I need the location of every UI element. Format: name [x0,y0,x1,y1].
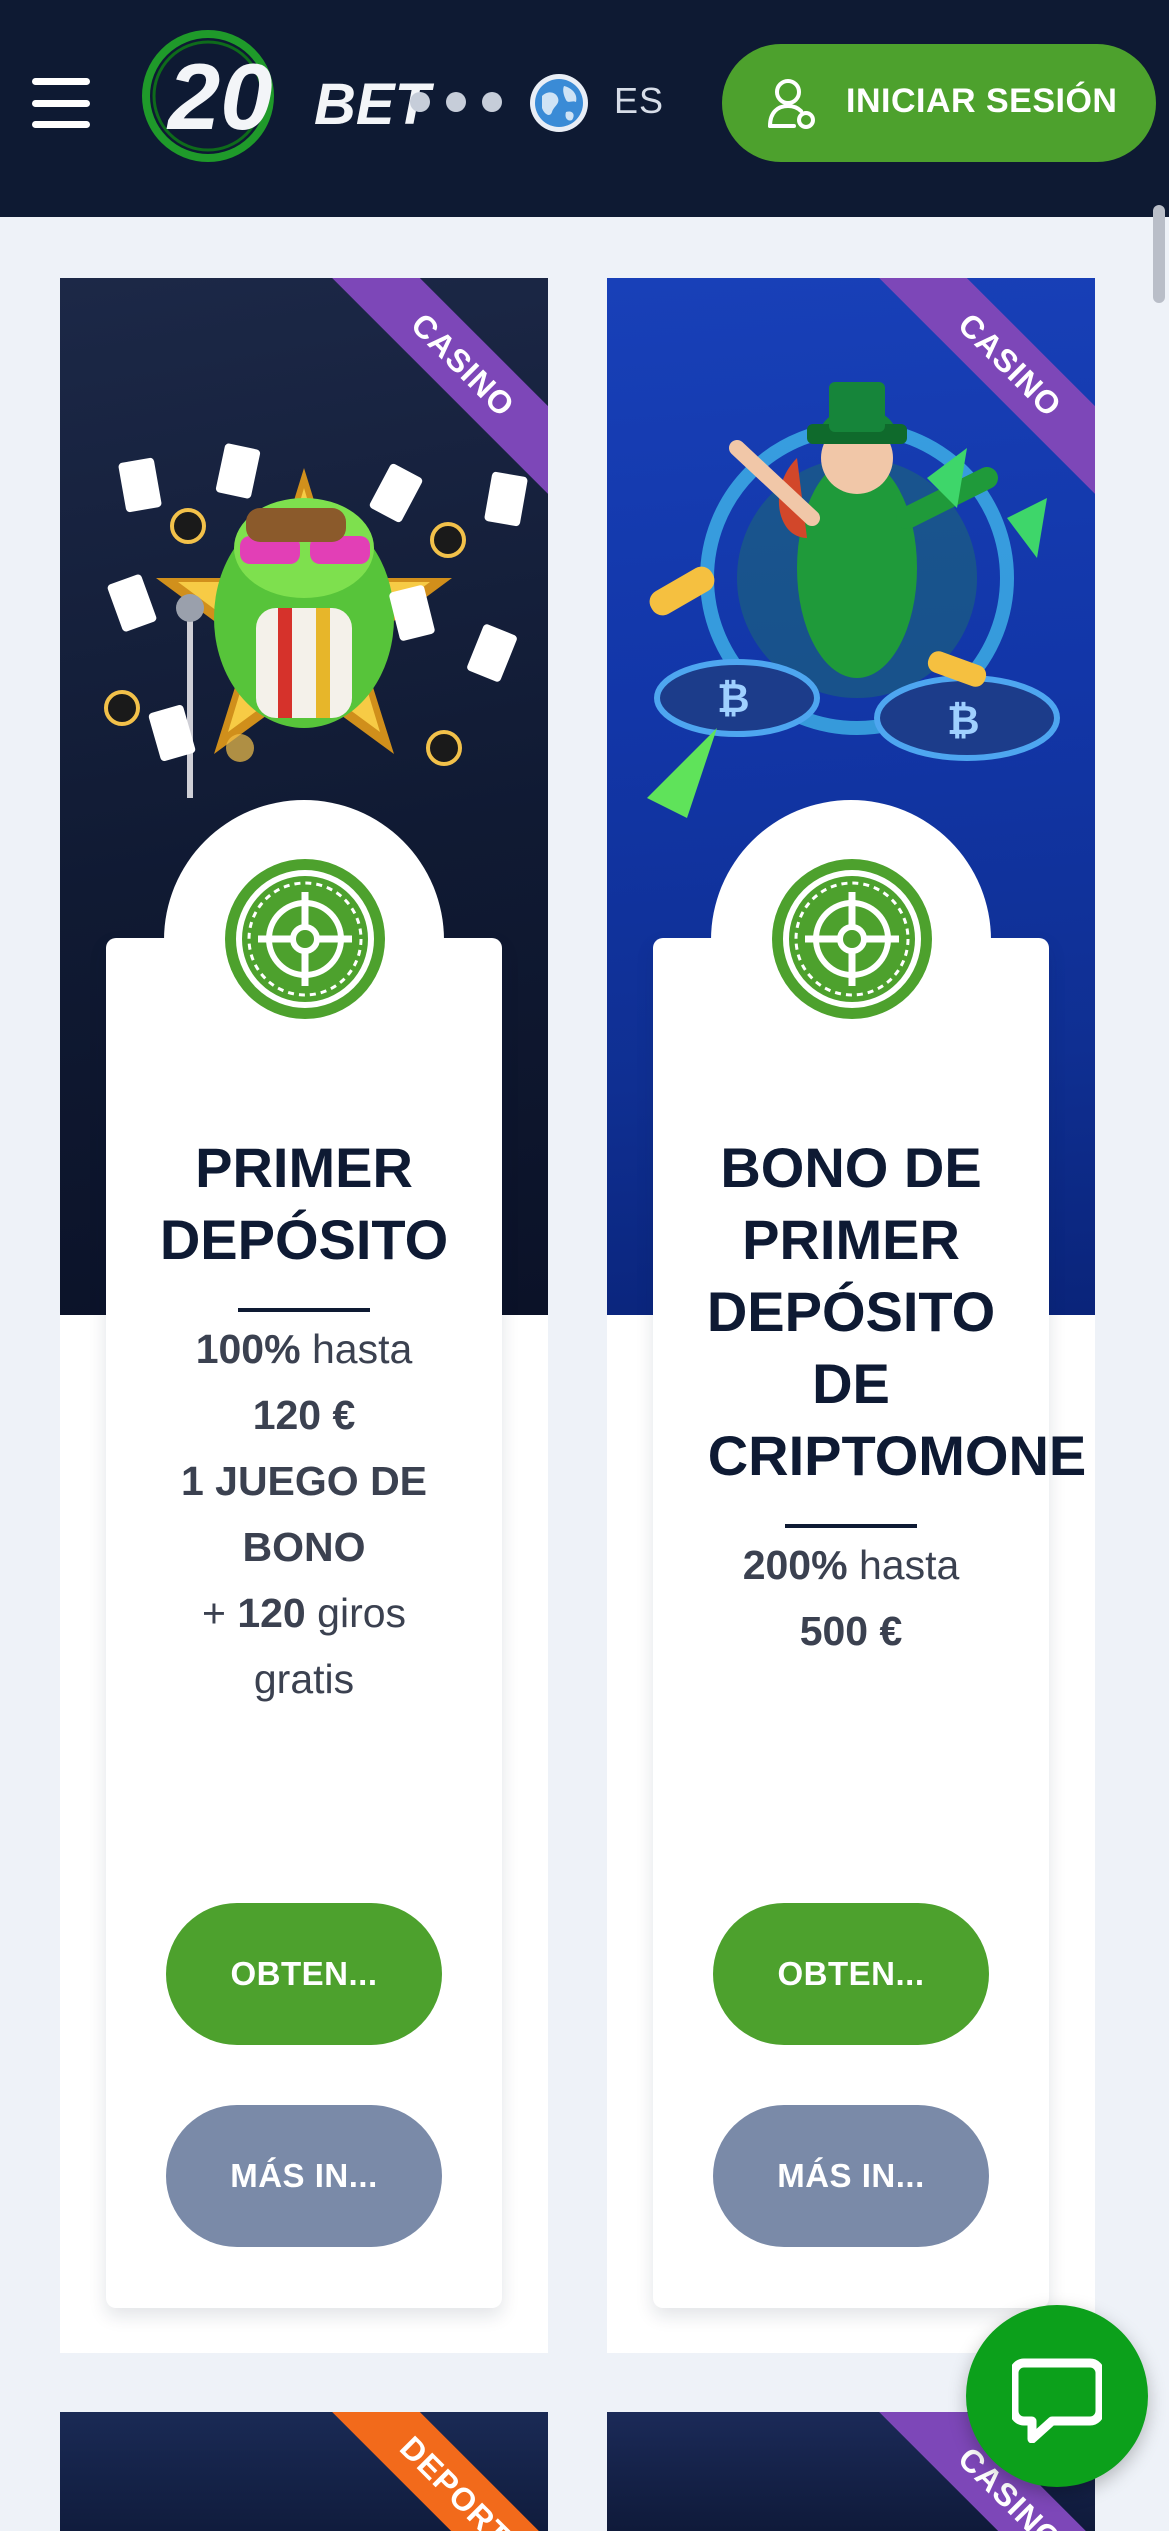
chat-bubble-icon [1012,2358,1102,2443]
offer-percent: 100% [195,1326,301,1372]
globe-icon[interactable] [528,72,590,134]
offer-upto: hasta [311,1326,413,1372]
scrollbar-thumb[interactable] [1153,205,1165,303]
dot [410,92,430,112]
dot [482,92,502,112]
title-divider [238,1308,370,1312]
category-ribbon: DEPORTE [331,2412,548,2531]
promo-title-line: CRIPTOMONE [707,1424,1087,1487]
offer-plus: + [201,1590,226,1636]
login-label: INICIAR SESIÓN [846,82,1118,120]
promo-title: BONO DE PRIMER DEPÓSITO DE CRIPTOMONE [607,1132,1095,1492]
promo-card-crypto-deposit: ₿ ₿ CASINO BONO DE PRIMER DEPÓSITO DE CR… [607,278,1095,2353]
language-selector[interactable]: ES [614,80,664,122]
svg-text:₿: ₿ [947,699,980,743]
logo[interactable]: 20 BET [138,24,438,174]
hamburger-menu-icon[interactable] [32,78,90,128]
promo-card-first-deposit: CASINO PRIMER DEPÓSITO 100% hasta 120 € … [60,278,548,2353]
promo-title-line: DEPÓSITO [706,1280,996,1343]
user-icon [768,79,815,129]
login-button[interactable]: INICIAR SESIÓN [722,44,1156,162]
promo-title-line: DE [812,1352,890,1415]
more-info-button[interactable]: MÁS IN... [166,2105,442,2247]
category-tag: DEPORTE [393,2428,534,2531]
roulette-icon [772,859,932,1019]
promo-offer-text: 200% hasta 500 € [607,1532,1095,1664]
offer-bonus-game: 1 JUEGO DE [180,1458,428,1504]
promo-title: PRIMER DEPÓSITO [60,1132,548,1276]
promo-offer-text: 100% hasta 120 € 1 JUEGO DE BONO + 120 g… [60,1316,548,1712]
offer-spins-label: gratis [253,1656,355,1702]
title-divider [785,1524,917,1528]
top-header: 20 BET ES INICIAR SESIÓN [0,0,1169,217]
offer-amount: 500 € [799,1608,903,1654]
promo-title-line: PRIMER [195,1136,413,1199]
logo-20: 20 [166,44,273,149]
more-info-button[interactable]: MÁS IN... [713,2105,989,2247]
offer-spins-label: giros [317,1590,407,1636]
promo-card-next-sports[interactable]: DEPORTE [60,2412,548,2531]
promo-title-line: PRIMER [742,1208,960,1271]
roulette-icon [225,859,385,1019]
get-bonus-button[interactable]: OBTEN... [713,1903,989,2045]
svg-text:₿: ₿ [717,677,750,721]
offer-upto: hasta [858,1542,960,1588]
offer-bonus-game: BONO [242,1524,366,1570]
offer-amount: 120 € [252,1392,356,1438]
live-chat-button[interactable] [966,2305,1148,2487]
get-bonus-button[interactable]: OBTEN... [166,1903,442,2045]
promo-title-line: BONO DE [720,1136,982,1199]
dot [446,92,466,112]
offer-spins-count: 120 [237,1590,306,1636]
promo-title-line: DEPÓSITO [159,1208,449,1271]
carousel-dots [410,92,502,112]
offer-percent: 200% [742,1542,848,1588]
